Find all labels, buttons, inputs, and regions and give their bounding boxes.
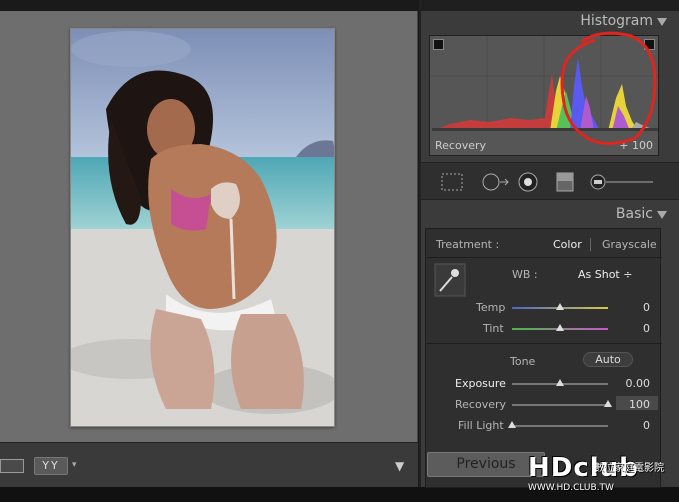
histogram-graph <box>430 36 658 155</box>
photo-preview[interactable] <box>70 28 335 427</box>
updown-icon: ÷ <box>623 268 633 281</box>
histogram-readout-label: Recovery <box>435 139 487 152</box>
exposure-label: Exposure <box>455 377 506 390</box>
compare-view-button[interactable]: YY <box>34 457 68 475</box>
fill-light-label: Fill Light <box>458 419 504 432</box>
image-viewer <box>0 11 418 442</box>
recovery-slider[interactable] <box>512 404 608 406</box>
filmstrip-toolbar: YY ▾ ▼ <box>0 442 418 487</box>
develop-tool-strip <box>421 162 679 200</box>
white-balance-eyedropper-icon[interactable] <box>434 263 466 297</box>
histogram-collapse-icon[interactable] <box>657 18 667 26</box>
tone-label: Tone <box>510 355 536 368</box>
temp-slider-knob[interactable] <box>556 303 564 310</box>
histogram-panel-title[interactable]: Histogram <box>580 13 653 29</box>
loupe-view-button[interactable] <box>0 459 24 473</box>
adjustment-brush-icon[interactable] <box>589 172 655 192</box>
graduated-filter-icon[interactable] <box>554 172 576 192</box>
recovery-slider-knob[interactable] <box>604 400 612 407</box>
basic-collapse-icon[interactable] <box>657 211 667 219</box>
exposure-slider-knob[interactable] <box>556 379 564 386</box>
treatment-color-option[interactable]: Color <box>553 238 582 251</box>
tint-label: Tint <box>483 322 504 335</box>
recovery-label: Recovery <box>455 398 507 411</box>
fill-light-slider[interactable] <box>512 425 608 427</box>
watermark-logo: HDclub 數位家庭電影院 WWW.HD.CLUB.TW <box>528 453 678 495</box>
divider <box>426 257 662 258</box>
wb-preset-select[interactable]: As Shot ÷ <box>578 268 632 281</box>
recovery-value[interactable]: 100 <box>629 398 650 411</box>
treatment-divider <box>590 238 591 251</box>
toolbar-menu-chevron-icon[interactable]: ▼ <box>395 459 404 473</box>
tint-slider-knob[interactable] <box>556 324 564 331</box>
divider <box>426 343 662 344</box>
watermark-subtitle: 數位家庭電影院 <box>594 463 664 474</box>
histogram[interactable]: Recovery + 100 <box>429 35 659 156</box>
temp-label: Temp <box>476 301 506 314</box>
chevron-down-icon[interactable]: ▾ <box>72 460 80 472</box>
previous-button-label: Previous <box>456 456 516 472</box>
fill-light-slider-knob[interactable] <box>508 421 516 428</box>
lightroom-window: { "histogram": { "title": "Histogram", "… <box>0 0 679 502</box>
highlight-clipping-toggle[interactable] <box>644 39 655 50</box>
exposure-value[interactable]: 0.00 <box>626 377 651 390</box>
develop-right-panel: Histogram Recovery + 100 Basic Treatment… <box>419 0 679 488</box>
treatment-grayscale-option[interactable]: Grayscale <box>602 238 657 251</box>
treatment-label: Treatment : <box>436 238 500 251</box>
wb-label: WB : <box>512 268 538 281</box>
basic-panel-title[interactable]: Basic <box>616 206 653 222</box>
spot-removal-icon[interactable] <box>481 172 509 192</box>
tint-value[interactable]: 0 <box>643 322 650 335</box>
red-eye-correction-icon[interactable] <box>517 172 539 192</box>
basic-panel: Treatment : Color Grayscale WB : As Shot… <box>425 228 662 488</box>
watermark-url: WWW.HD.CLUB.TW <box>528 483 614 493</box>
temp-value[interactable]: 0 <box>643 301 650 314</box>
crop-overlay-icon[interactable] <box>441 172 463 192</box>
histogram-readout-value: + 100 <box>619 139 653 152</box>
auto-tone-button[interactable]: Auto <box>583 352 633 367</box>
fill-light-value[interactable]: 0 <box>643 419 650 432</box>
wb-preset-value: As Shot <box>578 268 620 281</box>
shadow-clipping-toggle[interactable] <box>433 39 444 50</box>
panel-top-bar <box>421 0 679 11</box>
